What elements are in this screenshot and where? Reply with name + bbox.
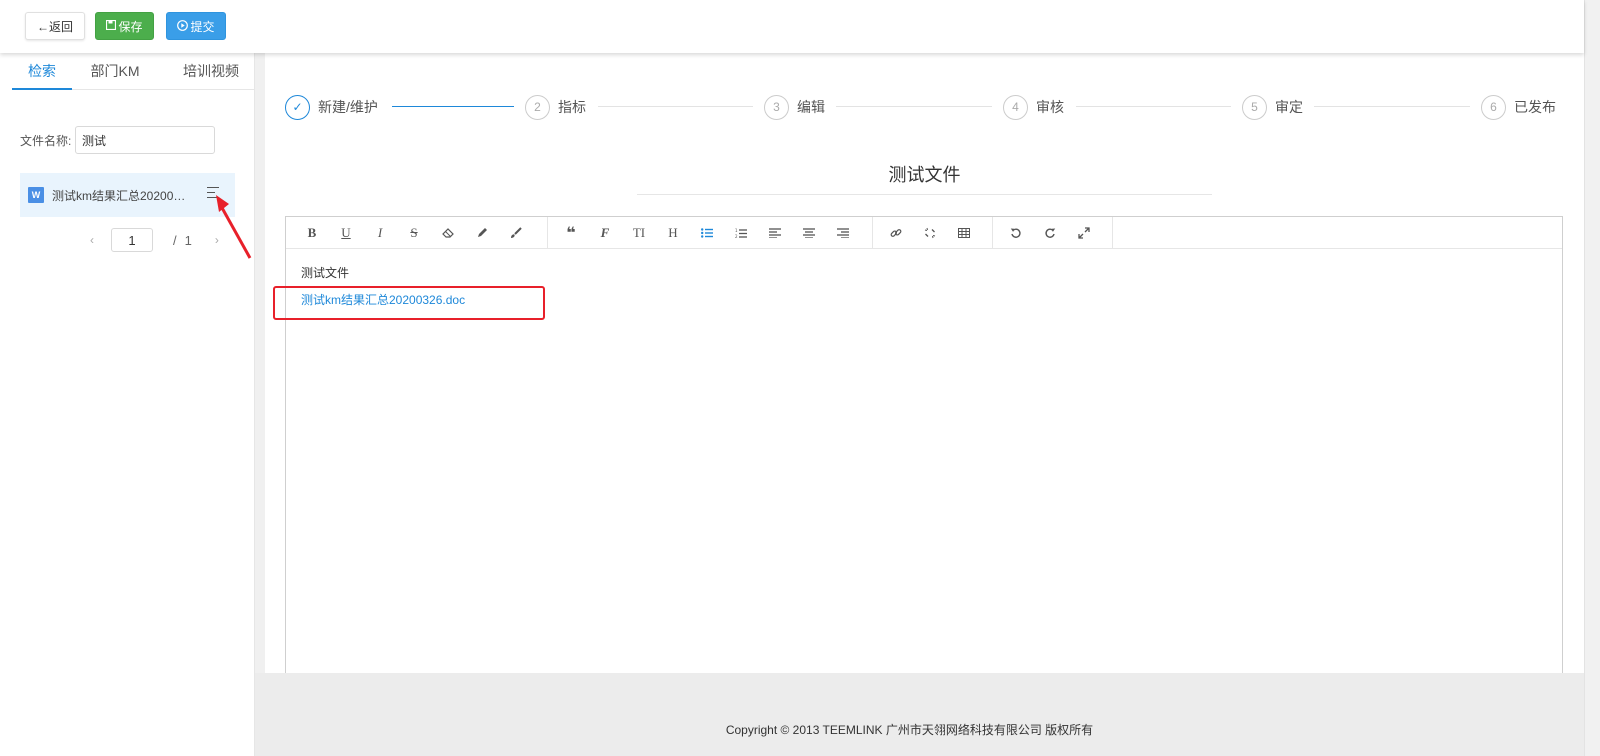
step-connector (1314, 106, 1470, 107)
tab-training-video[interactable]: 培训视频 (167, 53, 255, 90)
save-button[interactable]: 保存 (95, 12, 154, 40)
page-number-input[interactable] (111, 228, 153, 252)
floppy-icon (106, 19, 117, 32)
redo-icon[interactable] (1039, 223, 1061, 243)
rich-text-editor[interactable]: B U I S ❝ F TI H 12 测试文件 测试km结果汇总2020032… (285, 216, 1563, 674)
step-number: 6 (1481, 94, 1506, 120)
step-label: 已发布 (1514, 99, 1556, 115)
text-size-icon[interactable]: TI (628, 223, 650, 243)
underline-icon[interactable]: U (335, 223, 357, 243)
step-label: 审定 (1275, 99, 1303, 115)
step-label: 审核 (1036, 99, 1064, 115)
brush-icon[interactable] (505, 223, 527, 243)
bullet-list-icon[interactable] (696, 223, 718, 243)
copyright-text: Copyright © 2013 TEEMLINK 广州市天翎网络科技有限公司 … (725, 723, 1094, 737)
undo-icon[interactable] (1005, 223, 1027, 243)
pagination: ‹ / 1 › (85, 228, 224, 252)
file-name-label: 文件名称: (20, 134, 72, 148)
toolbar-group-insert (873, 217, 993, 249)
save-button-label: 保存 (118, 19, 143, 34)
footer: Copyright © 2013 TEEMLINK 广州市天翎网络科技有限公司 … (255, 673, 1584, 756)
document-title[interactable]: 测试文件 (637, 160, 1212, 195)
italic-icon[interactable]: I (369, 223, 391, 243)
submit-button-label: 提交 (190, 19, 215, 34)
bold-icon[interactable]: B (301, 223, 323, 243)
link-icon[interactable] (885, 223, 907, 243)
sidebar-tabs: 检索 部门KM 培训视频 (12, 53, 255, 90)
eraser-icon[interactable] (437, 223, 459, 243)
editor-content[interactable]: 测试文件 测试km结果汇总20200326.doc (301, 265, 465, 307)
step-connector (1076, 106, 1231, 107)
step-label: 新建/维护 (318, 99, 378, 115)
fullscreen-icon[interactable] (1073, 223, 1095, 243)
check-icon: ✓ (285, 94, 310, 120)
main-gutter (255, 53, 265, 673)
align-right-icon[interactable] (832, 223, 854, 243)
toolbar-group-history (993, 217, 1113, 249)
font-icon[interactable]: F (594, 223, 616, 243)
blockquote-icon[interactable]: ❝ (560, 223, 582, 243)
annotation-arrow-icon (216, 195, 252, 259)
page-total: 1 (184, 232, 192, 248)
toolbar-group-paragraph: ❝ F TI H 12 (548, 217, 873, 249)
svg-text:2: 2 (735, 234, 738, 239)
step-approve: 5 审定 (1242, 94, 1303, 120)
word-doc-icon: W (28, 187, 44, 203)
table-icon[interactable] (953, 223, 975, 243)
top-toolbar: ←返回 保存 提交 (0, 0, 1584, 53)
step-connector (836, 106, 992, 107)
strikethrough-icon[interactable]: S (403, 223, 425, 243)
step-metrics: 2 指标 (525, 94, 586, 120)
step-label: 编辑 (797, 99, 825, 115)
tab-department-km[interactable]: 部门KM (82, 53, 148, 90)
window-scrollbar[interactable] (1584, 0, 1600, 756)
tab-search[interactable]: 检索 (12, 53, 72, 90)
align-left-icon[interactable] (764, 223, 786, 243)
numbered-list-icon[interactable]: 12 (730, 223, 752, 243)
pencil-icon[interactable] (471, 223, 493, 243)
align-center-icon[interactable] (798, 223, 820, 243)
play-circle-icon (177, 19, 189, 33)
step-review: 4 审核 (1003, 94, 1064, 120)
list-item[interactable]: W 测试km结果汇总20200326.doc (20, 173, 235, 217)
toolbar-group-format: B U I S (286, 217, 548, 249)
step-connector (598, 106, 753, 107)
step-published: 6 已发布 (1481, 94, 1556, 120)
prev-page-button[interactable]: ‹ (85, 233, 99, 247)
svg-text:1: 1 (735, 228, 738, 233)
step-edit: 3 编辑 (764, 94, 825, 120)
step-number: 5 (1242, 94, 1267, 120)
file-item-name: 测试km结果汇总20200326.doc (52, 188, 192, 203)
heading-icon[interactable]: H (662, 223, 684, 243)
step-connector (392, 106, 514, 107)
page-separator: / (173, 232, 177, 248)
step-number: 3 (764, 94, 789, 120)
back-button-label: ←返回 (36, 19, 73, 34)
workflow-steps: ✓ 新建/维护 2 指标 3 编辑 4 审核 5 审定 6 已发布 (285, 94, 1560, 120)
unlink-icon[interactable] (919, 223, 941, 243)
submit-button[interactable]: 提交 (166, 12, 226, 40)
sidebar: 检索 部门KM 培训视频 文件名称: W 测试km结果汇总20200326.do… (0, 53, 255, 756)
step-new: ✓ 新建/维护 (285, 94, 378, 120)
attachment-link[interactable]: 测试km结果汇总20200326.doc (301, 292, 465, 308)
editor-toolbar: B U I S ❝ F TI H 12 (286, 217, 1562, 249)
back-button[interactable]: ←返回 (25, 12, 85, 40)
step-label: 指标 (558, 99, 586, 115)
step-number: 4 (1003, 94, 1028, 120)
file-name-input[interactable] (75, 126, 215, 154)
body-text: 测试文件 (301, 266, 350, 280)
step-number: 2 (525, 94, 550, 120)
